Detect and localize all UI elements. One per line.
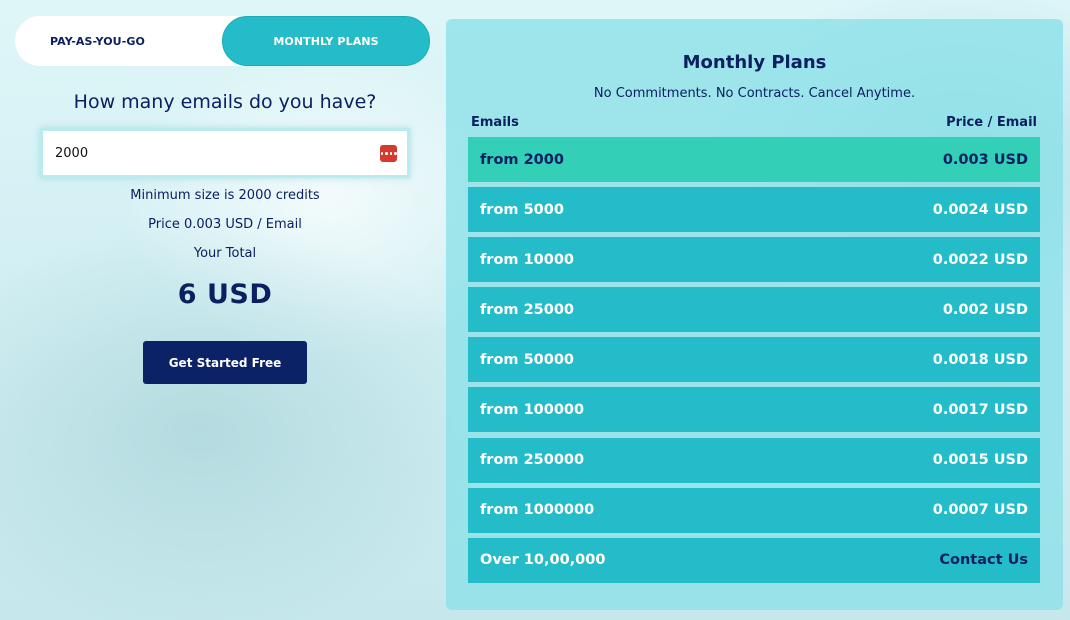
get-started-button[interactable]: Get Started Free xyxy=(143,341,307,384)
email-count-question: How many emails do you have? xyxy=(73,91,377,113)
plan-tier-label: from 100000 xyxy=(480,401,585,418)
plan-tier-label: Over 10,00,000 xyxy=(480,552,606,569)
monthly-plans-tab[interactable]: MONTHLY PLANS xyxy=(222,16,430,66)
minimum-size-note: Minimum size is 2000 credits xyxy=(130,188,320,203)
plan-tier-row[interactable]: from 25000 0.002 USD xyxy=(468,287,1040,333)
plan-tier-label: from 250000 xyxy=(480,452,585,469)
email-count-field-wrapper xyxy=(40,128,410,178)
plan-tier-label: from 2000 xyxy=(480,151,564,168)
plan-tier-price: 0.0017 USD xyxy=(932,401,1028,418)
total-label: Your Total xyxy=(193,246,257,261)
monthly-plans-panel: Monthly Plans No Commitments. No Contrac… xyxy=(446,19,1063,610)
plan-tier-row[interactable]: from 50000 0.0018 USD xyxy=(468,337,1040,383)
plan-tier-price: 0.0018 USD xyxy=(932,351,1028,368)
plan-tier-label: from 1000000 xyxy=(480,502,595,519)
plan-tier-price: 0.002 USD xyxy=(942,301,1028,318)
plans-subtitle: No Commitments. No Contracts. Cancel Any… xyxy=(593,86,916,101)
plan-tier-row[interactable]: from 2000 0.003 USD xyxy=(468,137,1040,182)
emails-column-header: Emails xyxy=(471,115,519,130)
plan-tier-price: 0.0015 USD xyxy=(932,452,1028,469)
plan-tier-price: 0.0024 USD xyxy=(932,201,1028,218)
plan-tier-row[interactable]: from 100000 0.0017 USD xyxy=(468,387,1040,433)
plan-tier-row[interactable]: from 5000 0.0024 USD xyxy=(468,187,1040,233)
price-column-header: Price / Email xyxy=(946,115,1037,130)
plan-type-toggle: PAY-AS-YOU-GO MONTHLY PLANS xyxy=(15,16,430,66)
plan-tier-label: from 25000 xyxy=(480,301,575,318)
plan-tier-price: 0.003 USD xyxy=(942,151,1028,168)
plan-tier-price: 0.0022 USD xyxy=(932,251,1028,268)
plan-tier-price: 0.0007 USD xyxy=(932,502,1028,519)
pay-as-you-go-tab[interactable]: PAY-AS-YOU-GO xyxy=(15,16,180,66)
email-count-input[interactable] xyxy=(43,131,363,175)
plans-title: Monthly Plans xyxy=(682,52,827,73)
plan-tier-label: from 5000 xyxy=(480,201,564,218)
price-per-email-text: Price 0.003 USD / Email xyxy=(148,217,302,232)
plan-tier-row[interactable]: from 1000000 0.0007 USD xyxy=(468,487,1040,533)
plan-tier-row[interactable]: Over 10,00,000 Contact Us xyxy=(468,537,1040,583)
plan-tier-price[interactable]: Contact Us xyxy=(939,552,1028,568)
plan-tier-list: from 2000 0.003 USD from 5000 0.0024 USD fro… xyxy=(468,137,1040,588)
plan-tier-label: from 10000 xyxy=(480,251,575,268)
password-manager-icon[interactable] xyxy=(380,145,397,162)
total-amount: 6 USD xyxy=(177,279,273,310)
plan-tier-row[interactable]: from 10000 0.0022 USD xyxy=(468,237,1040,283)
plan-tier-row[interactable]: from 250000 0.0015 USD xyxy=(468,437,1040,483)
plan-tier-label: from 50000 xyxy=(480,351,575,368)
